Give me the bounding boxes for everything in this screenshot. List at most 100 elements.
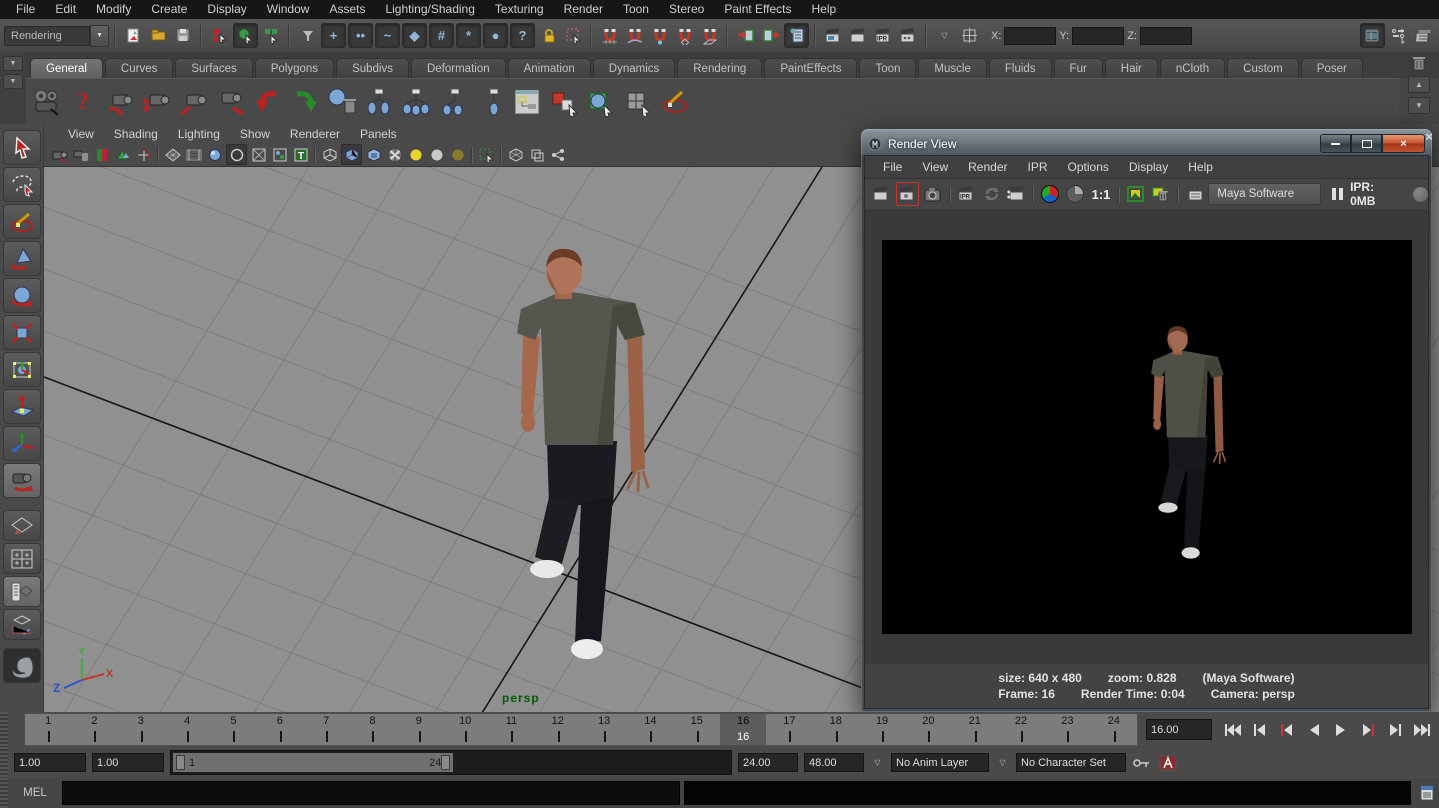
shelf-tab-fur[interactable]: Fur: [1054, 58, 1103, 78]
menu-render[interactable]: Render: [554, 0, 613, 19]
soft-mod-tool-icon[interactable]: [3, 389, 41, 424]
shelf-menu-icon[interactable]: ▼: [3, 74, 23, 89]
transform-entry-mode-icon[interactable]: [958, 24, 981, 47]
save-scene-icon[interactable]: [172, 24, 195, 47]
select-tool-icon[interactable]: [3, 130, 41, 165]
toolbar-separator[interactable]: [724, 24, 731, 48]
frame-cell[interactable]: 20: [905, 714, 951, 745]
close-icon[interactable]: ×: [1382, 134, 1425, 153]
shelf-tab-dynamics[interactable]: Dynamics: [593, 58, 675, 78]
menu-set-selector[interactable]: Rendering ▼: [4, 25, 109, 47]
menu-texturing[interactable]: Texturing: [485, 0, 554, 19]
frame-cell[interactable]: 12: [535, 714, 581, 745]
set-key-icon[interactable]: [1132, 753, 1152, 773]
shelf-tab-rendering[interactable]: Rendering: [677, 58, 762, 78]
shelf-tab-fluids[interactable]: Fluids: [989, 58, 1052, 78]
toolbar-separator[interactable]: [198, 24, 205, 48]
animation-start-field[interactable]: [14, 753, 86, 772]
panel-menu-shading[interactable]: Shading: [104, 127, 168, 141]
construction-history-icon[interactable]: [784, 23, 809, 48]
safe-action-icon[interactable]: [270, 145, 289, 164]
shelf-tab-hair[interactable]: Hair: [1105, 58, 1158, 78]
snap-curve-icon[interactable]: [623, 24, 646, 47]
shelf-tab-muscle[interactable]: Muscle: [918, 58, 986, 78]
frame-cell[interactable]: 14: [627, 714, 673, 745]
render-icon[interactable]: [871, 183, 893, 205]
hypergraph-icon[interactable]: [509, 83, 545, 121]
object-mode-icon[interactable]: [233, 23, 258, 48]
lock-icon[interactable]: [537, 24, 560, 47]
remove-from-set-icon[interactable]: [472, 83, 508, 121]
highlight-selection-icon[interactable]: [562, 24, 585, 47]
menu-help[interactable]: Help: [802, 0, 847, 19]
combined-mask-dropdown-icon[interactable]: [296, 24, 319, 47]
shelf-tab-ncloth[interactable]: nCloth: [1160, 58, 1225, 78]
menu-set-dropdown-icon[interactable]: ▼: [90, 25, 109, 47]
menu-toon[interactable]: Toon: [613, 0, 659, 19]
channel-box-icon[interactable]: [1412, 24, 1435, 47]
rv-menu-help[interactable]: Help: [1178, 160, 1223, 174]
redo-previous-render-icon[interactable]: [896, 182, 920, 206]
range-slider-grip[interactable]: [0, 747, 8, 778]
range-start-handle[interactable]: [176, 755, 185, 770]
create-partition-icon[interactable]: [398, 83, 434, 121]
animation-end-field[interactable]: [804, 753, 864, 772]
select-camera-icon[interactable]: [50, 145, 69, 164]
shelf-tab-surfaces[interactable]: Surfaces: [175, 58, 252, 78]
grid-icon[interactable]: [163, 145, 182, 164]
current-time-field[interactable]: [1146, 719, 1212, 740]
frame-cell[interactable]: 6: [257, 714, 303, 745]
layout-graph-icon[interactable]: [3, 609, 41, 640]
frame-cell[interactable]: 3: [118, 714, 164, 745]
command-line-grip[interactable]: [0, 778, 8, 808]
attribute-editor-icon[interactable]: [1360, 23, 1385, 48]
maximize-icon[interactable]: [1351, 134, 1382, 153]
handles-mask-icon[interactable]: +: [321, 23, 346, 48]
dynamics-mask-icon[interactable]: *: [456, 23, 481, 48]
shelf-tab-poser[interactable]: Poser: [1301, 58, 1363, 78]
pause-ipr-icon[interactable]: [1332, 188, 1343, 200]
gate-mask-icon[interactable]: [226, 144, 247, 165]
input-connections-icon[interactable]: [734, 24, 757, 47]
menu-stereo[interactable]: Stereo: [659, 0, 714, 19]
step-back-frame-icon[interactable]: [1249, 719, 1271, 741]
ipr-render-view-icon[interactable]: IPR: [956, 183, 978, 205]
rgb-channels-icon[interactable]: [1039, 183, 1061, 205]
panel-menu-view[interactable]: View: [58, 127, 104, 141]
real-size-icon[interactable]: 1:1: [1089, 187, 1114, 202]
render-view-titlebar[interactable]: Render View ×: [864, 132, 1429, 155]
menu-create[interactable]: Create: [141, 0, 197, 19]
panel-menu-show[interactable]: Show: [230, 127, 280, 141]
panel-close-icon[interactable]: ×: [1421, 128, 1437, 144]
shelf-trash-icon[interactable]: [1410, 54, 1428, 72]
go-to-start-icon[interactable]: [1222, 719, 1244, 741]
show-manipulator-icon[interactable]: [3, 426, 41, 461]
frame-cell[interactable]: 18: [813, 714, 859, 745]
curves-mask-icon[interactable]: ~: [375, 23, 400, 48]
2d-pan-zoom-icon[interactable]: [134, 145, 153, 164]
transform-entry-dropdown-icon[interactable]: ▽: [933, 24, 956, 47]
frame-cell[interactable]: 11: [488, 714, 534, 745]
smooth-shade-icon[interactable]: [341, 144, 362, 165]
open-scene-icon[interactable]: [147, 24, 170, 47]
playback-end-field[interactable]: [738, 753, 798, 772]
frame-cell[interactable]: 17: [766, 714, 812, 745]
character-set-field[interactable]: [1016, 753, 1126, 772]
minimize-icon[interactable]: [1320, 134, 1351, 153]
snap-center-icon[interactable]: [673, 24, 696, 47]
plugin-display-icon[interactable]: [548, 145, 567, 164]
panel-menu-renderer[interactable]: Renderer: [280, 127, 350, 141]
snapshot-icon[interactable]: [922, 183, 944, 205]
anim-layer-dropdown-icon[interactable]: ▽: [870, 755, 885, 770]
shelf-tab-toon[interactable]: Toon: [859, 58, 916, 78]
deformations-mask-icon[interactable]: #: [429, 23, 454, 48]
command-language-label[interactable]: MEL: [12, 787, 58, 799]
play-forwards-icon[interactable]: [1330, 719, 1352, 741]
rv-menu-ipr[interactable]: IPR: [1018, 160, 1058, 174]
safe-title-icon[interactable]: T: [291, 145, 310, 164]
flat-light-icon[interactable]: [427, 145, 446, 164]
textured-icon[interactable]: [364, 145, 383, 164]
hierarchy-mode-icon[interactable]: [208, 24, 231, 47]
menu-modify[interactable]: Modify: [86, 0, 141, 19]
render-image-panel[interactable]: [865, 210, 1428, 664]
